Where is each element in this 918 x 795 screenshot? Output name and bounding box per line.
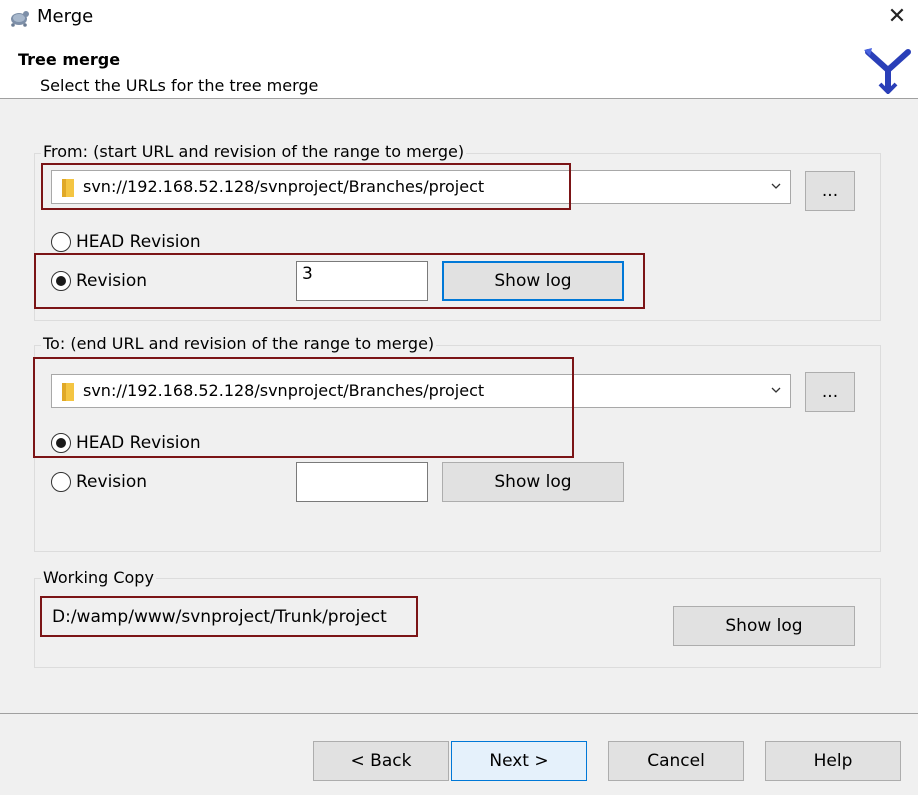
title-bar: Merge ✕: [0, 0, 918, 34]
highlight-box: [41, 163, 571, 210]
footer-separator: [0, 713, 918, 714]
working-copy-group-label: Working Copy: [41, 568, 156, 587]
back-button[interactable]: < Back: [313, 741, 449, 781]
close-button[interactable]: ✕: [884, 4, 910, 30]
to-revision-label: Revision: [76, 472, 148, 492]
to-revision-input[interactable]: [296, 462, 428, 502]
to-group-label: To: (end URL and revision of the range t…: [41, 334, 437, 353]
from-head-radio[interactable]: [51, 232, 71, 252]
merge-arrows-icon: [864, 48, 911, 94]
chevron-down-icon[interactable]: [770, 180, 782, 192]
highlight-box: [34, 253, 645, 309]
from-head-label: HEAD Revision: [76, 232, 201, 252]
cancel-button[interactable]: Cancel: [608, 741, 744, 781]
page-title: Tree merge: [18, 50, 121, 69]
close-icon: ✕: [887, 4, 907, 29]
from-browse-button[interactable]: ...: [805, 171, 855, 211]
window-title: Merge: [37, 6, 94, 27]
highlight-box: [40, 596, 418, 637]
help-button[interactable]: Help: [765, 741, 901, 781]
wizard-header: Tree merge Select the URLs for the tree …: [0, 34, 918, 99]
highlight-box: [33, 357, 574, 458]
to-browse-button[interactable]: ...: [805, 372, 855, 412]
next-button[interactable]: Next >: [451, 741, 587, 781]
page-subtitle: Select the URLs for the tree merge: [40, 76, 319, 95]
to-revision-radio[interactable]: [51, 472, 71, 492]
from-group-label: From: (start URL and revision of the ran…: [41, 142, 467, 161]
working-copy-show-log-button[interactable]: Show log: [673, 606, 855, 646]
to-show-log-button[interactable]: Show log: [442, 462, 624, 502]
tortoise-icon: [11, 11, 29, 27]
chevron-down-icon[interactable]: [770, 384, 782, 396]
